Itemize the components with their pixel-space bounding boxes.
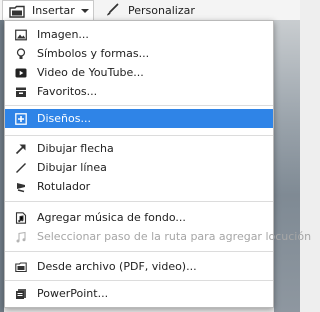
toolbar: Insertar Personalizar bbox=[0, 0, 300, 20]
menu-item-add-background-music[interactable]: Agregar música de fondo... bbox=[5, 208, 273, 227]
menu-item-label: Favoritos... bbox=[37, 85, 98, 98]
brush-icon bbox=[104, 3, 120, 17]
folder-icon bbox=[15, 261, 27, 273]
image-icon bbox=[15, 29, 27, 41]
powerpoint-icon bbox=[15, 288, 27, 300]
insert-menu-label: Insertar bbox=[32, 4, 75, 17]
personalize-label: Personalizar bbox=[128, 3, 195, 17]
menu-item-marker[interactable]: Rotulador bbox=[5, 177, 273, 196]
menu-item-layouts[interactable]: Diseños... bbox=[5, 109, 273, 128]
menu-item-image[interactable]: Imagen... bbox=[5, 25, 273, 44]
menu-item-from-file[interactable]: Desde archivo (PDF, video)... bbox=[5, 257, 273, 276]
menu-separator bbox=[5, 201, 273, 202]
menu-separator bbox=[5, 135, 273, 136]
menu-separator bbox=[5, 251, 273, 252]
music-file-icon bbox=[15, 211, 27, 224]
insert-menu-button[interactable]: Insertar bbox=[2, 0, 94, 20]
music-note-icon bbox=[15, 231, 27, 243]
line-icon bbox=[15, 162, 27, 174]
layouts-icon bbox=[15, 112, 27, 125]
folder-insert-icon bbox=[9, 4, 25, 18]
menu-item-label: Agregar música de fondo... bbox=[37, 211, 186, 224]
menu-item-label: Dibujar flecha bbox=[37, 142, 114, 155]
menu-separator bbox=[5, 280, 273, 281]
menu-separator bbox=[5, 105, 273, 106]
menu-item-label: Imagen... bbox=[37, 28, 89, 41]
menu-item-label: Símbolos y formas... bbox=[37, 47, 150, 60]
favorites-icon bbox=[15, 86, 27, 98]
bulb-icon bbox=[15, 47, 27, 60]
menu-item-label: Dibujar línea bbox=[37, 161, 107, 174]
menu-item-label: PowerPoint... bbox=[37, 287, 109, 300]
insert-dropdown-menu: Imagen... Símbolos y formas... Video de … bbox=[4, 20, 311, 308]
menu-item-symbols-shapes[interactable]: Símbolos y formas... bbox=[5, 44, 273, 63]
background-canvas-right bbox=[274, 20, 300, 312]
youtube-icon bbox=[15, 67, 27, 79]
personalize-button[interactable]: Personalizar bbox=[104, 0, 195, 20]
arrow-icon bbox=[15, 143, 27, 155]
menu-item-label: Desde archivo (PDF, video)... bbox=[37, 260, 197, 273]
menu-item-youtube-video[interactable]: Video de YouTube... bbox=[5, 63, 273, 82]
menu-item-favorites[interactable]: Favoritos... bbox=[5, 82, 273, 101]
menu-item-draw-line[interactable]: Dibujar línea bbox=[5, 158, 273, 177]
menu-item-label: Seleccionar paso de la ruta para agregar… bbox=[37, 230, 312, 243]
menu-item-draw-arrow[interactable]: Dibujar flecha bbox=[5, 139, 273, 158]
menu-item-label: Rotulador bbox=[37, 180, 91, 193]
menu-item-powerpoint[interactable]: PowerPoint... bbox=[5, 284, 273, 303]
menu-item-label: Diseños... bbox=[37, 112, 91, 125]
menu-item-label: Video de YouTube... bbox=[37, 66, 144, 79]
chevron-down-icon bbox=[80, 8, 89, 13]
menu-item-add-voiceover: Seleccionar paso de la ruta para agregar… bbox=[5, 227, 311, 246]
marker-icon bbox=[15, 181, 27, 193]
